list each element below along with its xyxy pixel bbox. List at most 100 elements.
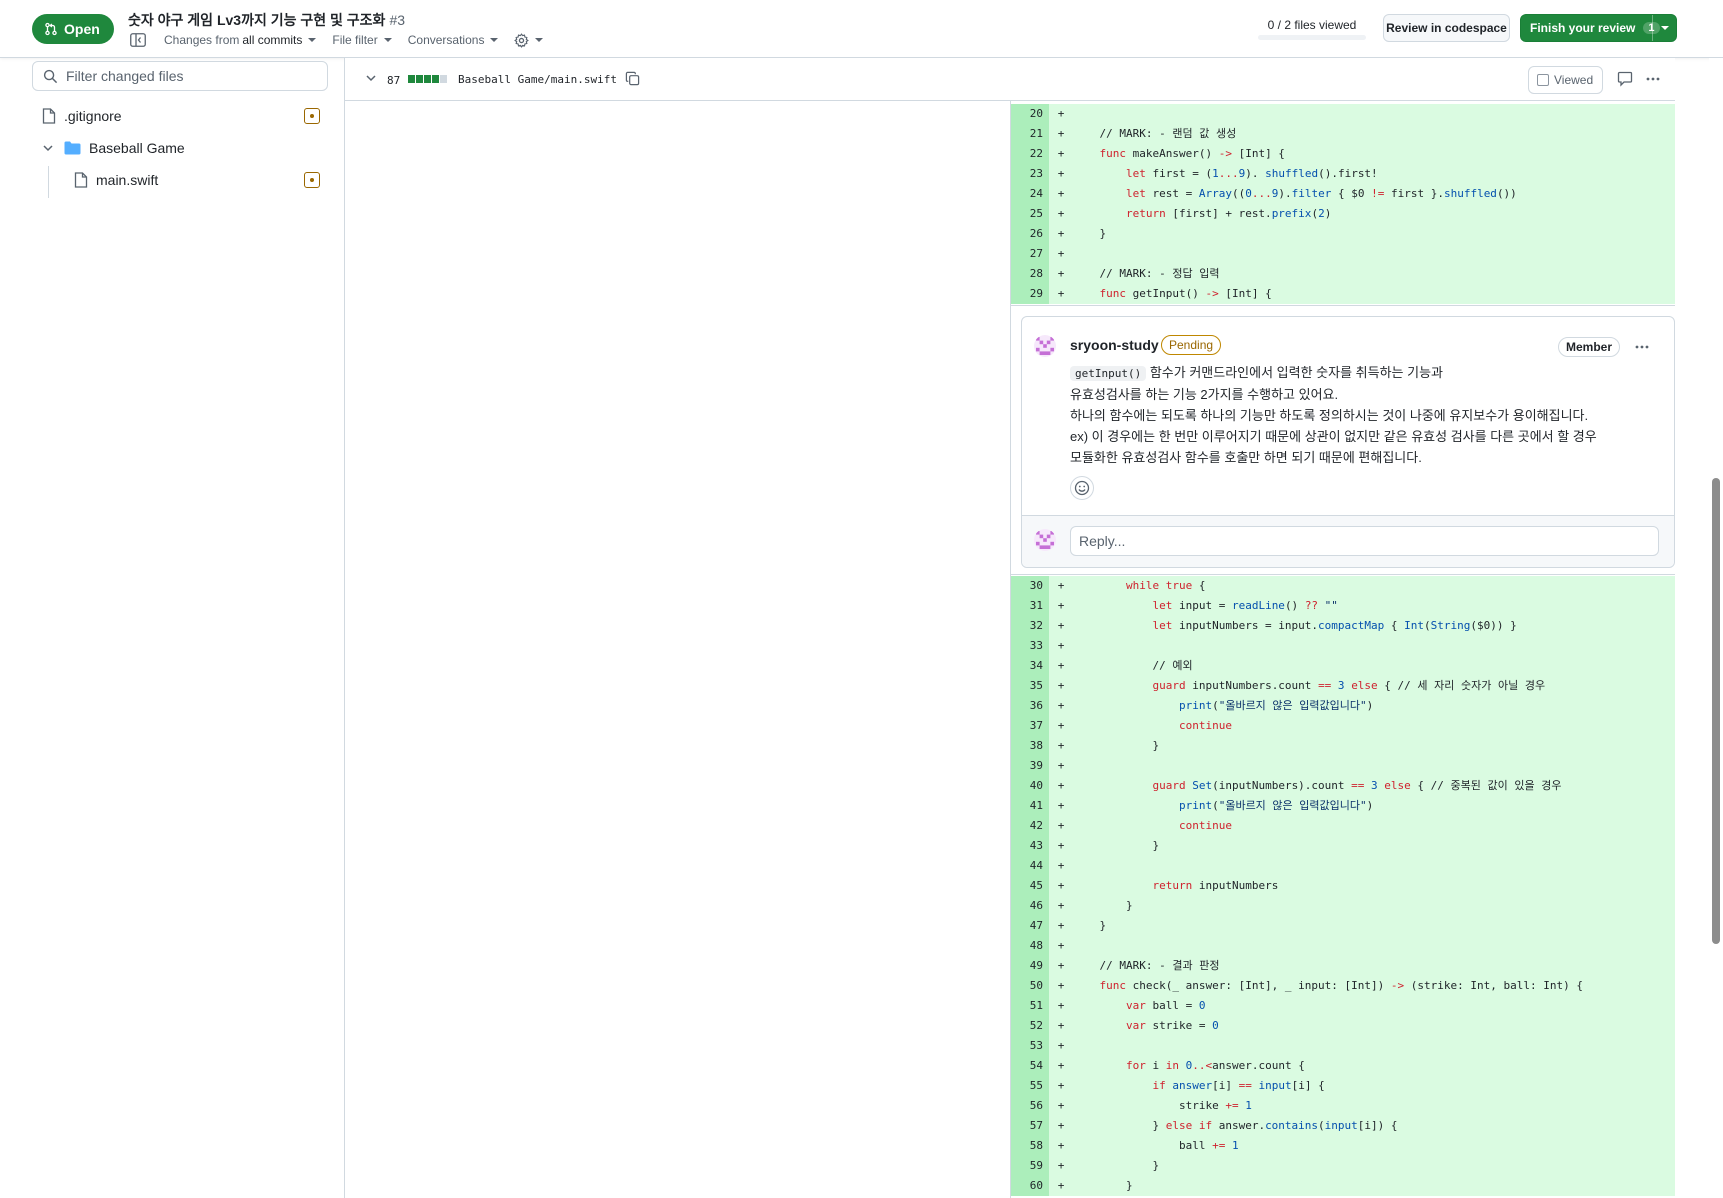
line-number[interactable]: 36 [1011, 696, 1049, 716]
diff-line[interactable]: 33 + [1011, 636, 1675, 656]
diff-line[interactable]: 51 + var ball = 0 [1011, 996, 1675, 1016]
diff-line[interactable]: 46 + } [1011, 896, 1675, 916]
finish-review-button[interactable]: Finish your review 1 [1520, 14, 1677, 42]
diff-line[interactable]: 29 + func getInput() -> [Int] { [1011, 284, 1675, 304]
diff-line[interactable]: 22 + func makeAnswer() -> [Int] { [1011, 144, 1675, 164]
line-number[interactable]: 26 [1011, 224, 1049, 244]
tree-folder-baseball-game[interactable]: Baseball Game [42, 137, 185, 159]
line-number[interactable]: 20 [1011, 104, 1049, 124]
diff-line[interactable]: 43 + } [1011, 836, 1675, 856]
line-number[interactable]: 53 [1011, 1036, 1049, 1056]
line-number[interactable]: 57 [1011, 1116, 1049, 1136]
line-number[interactable]: 22 [1011, 144, 1049, 164]
diff-line[interactable]: 31 + let input = readLine() ?? "" [1011, 596, 1675, 616]
diff-line[interactable]: 50 + func check(_ answer: [Int], _ input:… [1011, 976, 1675, 996]
line-number[interactable]: 48 [1011, 936, 1049, 956]
line-number[interactable]: 45 [1011, 876, 1049, 896]
diff-line[interactable]: 52 + var strike = 0 [1011, 1016, 1675, 1036]
line-number[interactable]: 47 [1011, 916, 1049, 936]
tree-item-main-swift[interactable]: main.swift [74, 169, 158, 191]
diff-line[interactable]: 39 + [1011, 756, 1675, 776]
line-number[interactable]: 44 [1011, 856, 1049, 876]
diff-line[interactable]: 36 + print("올바르지 않은 입력값입니다") [1011, 696, 1675, 716]
line-number[interactable]: 38 [1011, 736, 1049, 756]
line-number[interactable]: 29 [1011, 284, 1049, 304]
diff-line[interactable]: 27 + [1011, 244, 1675, 264]
add-reaction-button[interactable] [1070, 476, 1094, 500]
line-number[interactable]: 21 [1011, 124, 1049, 144]
filter-changed-files-input[interactable]: Filter changed files [32, 61, 328, 91]
changes-from-menu[interactable]: Changes from all commits [164, 33, 317, 47]
line-number[interactable]: 54 [1011, 1056, 1049, 1076]
line-number[interactable]: 49 [1011, 956, 1049, 976]
line-number[interactable]: 51 [1011, 996, 1049, 1016]
line-number[interactable]: 35 [1011, 676, 1049, 696]
diff-line[interactable]: 53 + [1011, 1036, 1675, 1056]
diff-settings-menu[interactable] [514, 32, 544, 48]
diff-line[interactable]: 42 + continue [1011, 816, 1675, 836]
sidebar-toggle-icon[interactable] [128, 31, 148, 49]
line-number[interactable]: 50 [1011, 976, 1049, 996]
line-number[interactable]: 60 [1011, 1176, 1049, 1196]
line-number[interactable]: 24 [1011, 184, 1049, 204]
diff-line[interactable]: 30 + while true { [1011, 576, 1675, 596]
line-number[interactable]: 59 [1011, 1156, 1049, 1176]
diff-line[interactable]: 32 + let inputNumbers = input.compactMap … [1011, 616, 1675, 636]
file-filter-menu[interactable]: File filter [332, 33, 392, 47]
line-number[interactable]: 56 [1011, 1096, 1049, 1116]
line-number[interactable]: 52 [1011, 1016, 1049, 1036]
line-number[interactable]: 31 [1011, 596, 1049, 616]
line-number[interactable]: 41 [1011, 796, 1049, 816]
finish-review-dropdown[interactable] [1652, 15, 1676, 41]
diff-line[interactable]: 20 + [1011, 104, 1675, 124]
diff-line[interactable]: 34 + // 예외 [1011, 656, 1675, 676]
line-number[interactable]: 23 [1011, 164, 1049, 184]
diff-line[interactable]: 23 + let first = (1...9). shuffled().firs… [1011, 164, 1675, 184]
line-number[interactable]: 42 [1011, 816, 1049, 836]
review-in-codespace-button[interactable]: Review in codespace [1383, 14, 1510, 42]
line-number[interactable]: 33 [1011, 636, 1049, 656]
conversations-menu[interactable]: Conversations [408, 33, 499, 47]
diff-line[interactable]: 28 + // MARK: - 정답 입력 [1011, 264, 1675, 284]
tree-item-gitignore[interactable]: .gitignore [42, 105, 122, 127]
diff-line[interactable]: 26 + } [1011, 224, 1675, 244]
line-number[interactable]: 46 [1011, 896, 1049, 916]
diff-line[interactable]: 56 + strike += 1 [1011, 1096, 1675, 1116]
copy-icon[interactable] [625, 71, 640, 86]
diff-line[interactable]: 40 + guard Set(inputNumbers).count == 3 e… [1011, 776, 1675, 796]
line-number[interactable]: 34 [1011, 656, 1049, 676]
avatar[interactable] [1034, 335, 1056, 357]
line-number[interactable]: 27 [1011, 244, 1049, 264]
diff-line[interactable]: 58 + ball += 1 [1011, 1136, 1675, 1156]
diff-line[interactable]: 25 + return [first] + rest.prefix(2) [1011, 204, 1675, 224]
comment-author[interactable]: sryoon-study [1070, 337, 1159, 353]
diff-line[interactable]: 38 + } [1011, 736, 1675, 756]
kebab-horizontal-icon[interactable] [1645, 71, 1661, 87]
diff-line[interactable]: 60 + } [1011, 1176, 1675, 1196]
comment-icon[interactable] [1617, 71, 1633, 87]
reply-input[interactable]: Reply... [1070, 526, 1659, 556]
line-number[interactable]: 28 [1011, 264, 1049, 284]
diff-line[interactable]: 55 + if answer[i] == input[i] { [1011, 1076, 1675, 1096]
file-path[interactable]: Baseball Game/main.swift [458, 73, 617, 86]
scrollbar-thumb[interactable] [1712, 478, 1720, 944]
line-number[interactable]: 32 [1011, 616, 1049, 636]
line-number[interactable]: 30 [1011, 576, 1049, 596]
kebab-horizontal-icon[interactable] [1634, 339, 1650, 355]
diff-line[interactable]: 54 + for i in 0..<answer.count { [1011, 1056, 1675, 1076]
diff-line[interactable]: 35 + guard inputNumbers.count == 3 else {… [1011, 676, 1675, 696]
diff-line[interactable]: 48 + [1011, 936, 1675, 956]
line-number[interactable]: 40 [1011, 776, 1049, 796]
diff-line[interactable]: 24 + let rest = Array((0...9).filter { $0… [1011, 184, 1675, 204]
diff-line[interactable]: 37 + continue [1011, 716, 1675, 736]
collapse-chevron-icon[interactable] [365, 72, 377, 84]
diff-line[interactable]: 44 + [1011, 856, 1675, 876]
diff-line[interactable]: 59 + } [1011, 1156, 1675, 1176]
line-number[interactable]: 39 [1011, 756, 1049, 776]
line-number[interactable]: 55 [1011, 1076, 1049, 1096]
viewed-checkbox[interactable]: Viewed [1528, 66, 1603, 94]
line-number[interactable]: 25 [1011, 204, 1049, 224]
diff-line[interactable]: 41 + print("올바르지 않은 입력값입니다") [1011, 796, 1675, 816]
diff-line[interactable]: 47 + } [1011, 916, 1675, 936]
diff-line[interactable]: 49 + // MARK: - 결과 판정 [1011, 956, 1675, 976]
